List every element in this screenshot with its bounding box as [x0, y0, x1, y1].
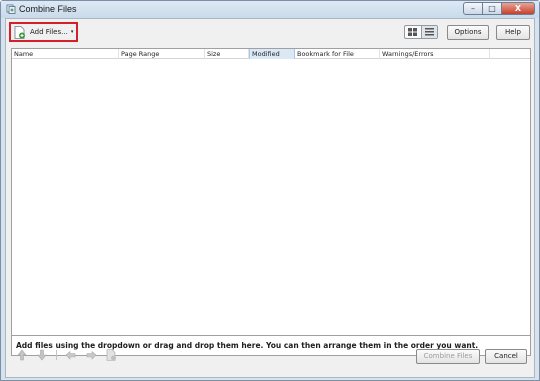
undo-icon[interactable]	[65, 349, 77, 361]
window-controls: – □ X	[463, 2, 535, 15]
column-header-warnings[interactable]: Warnings/Errors	[380, 49, 490, 59]
file-list[interactable]: Name Page Range Size Modified Bookmark f…	[11, 48, 531, 336]
title-bar[interactable]: Combine Files – □ X	[1, 1, 539, 18]
close-button[interactable]: X	[501, 2, 535, 15]
column-header-size[interactable]: Size	[205, 49, 249, 59]
file-actions	[16, 349, 125, 361]
view-mode-toggle	[404, 25, 438, 39]
add-files-label: Add Files...	[30, 28, 68, 36]
column-header-modified[interactable]: Modified	[249, 49, 295, 59]
combine-files-window: Combine Files – □ X Add Files... ▾ Optio…	[0, 0, 540, 381]
dialog-body: Add Files... ▾ Options Help Name Page Ra…	[5, 18, 535, 378]
dropdown-caret-icon: ▾	[70, 29, 74, 35]
add-files-button[interactable]: Add Files... ▾	[9, 22, 78, 42]
column-header-name[interactable]: Name	[12, 49, 119, 59]
column-header-page-range[interactable]: Page Range	[119, 49, 205, 59]
column-header-bookmark[interactable]: Bookmark for File	[295, 49, 380, 59]
add-document-icon	[14, 25, 25, 39]
move-down-icon[interactable]	[36, 349, 48, 361]
minimize-button[interactable]: –	[463, 2, 483, 15]
thumbnail-view-icon[interactable]	[405, 26, 421, 38]
window-title: Combine Files	[19, 4, 77, 14]
toolbar-divider	[56, 350, 57, 360]
remove-file-icon[interactable]	[105, 349, 117, 361]
combine-files-app-icon	[6, 4, 16, 14]
maximize-button[interactable]: □	[482, 2, 502, 15]
help-button[interactable]: Help	[496, 25, 530, 40]
file-list-header: Name Page Range Size Modified Bookmark f…	[12, 49, 530, 59]
combine-files-button[interactable]: Combine Files	[416, 349, 480, 364]
list-view-icon[interactable]	[420, 26, 437, 38]
options-button[interactable]: Options	[447, 25, 489, 40]
move-up-icon[interactable]	[16, 349, 28, 361]
redo-icon[interactable]	[85, 349, 97, 361]
cancel-button[interactable]: Cancel	[485, 349, 527, 364]
